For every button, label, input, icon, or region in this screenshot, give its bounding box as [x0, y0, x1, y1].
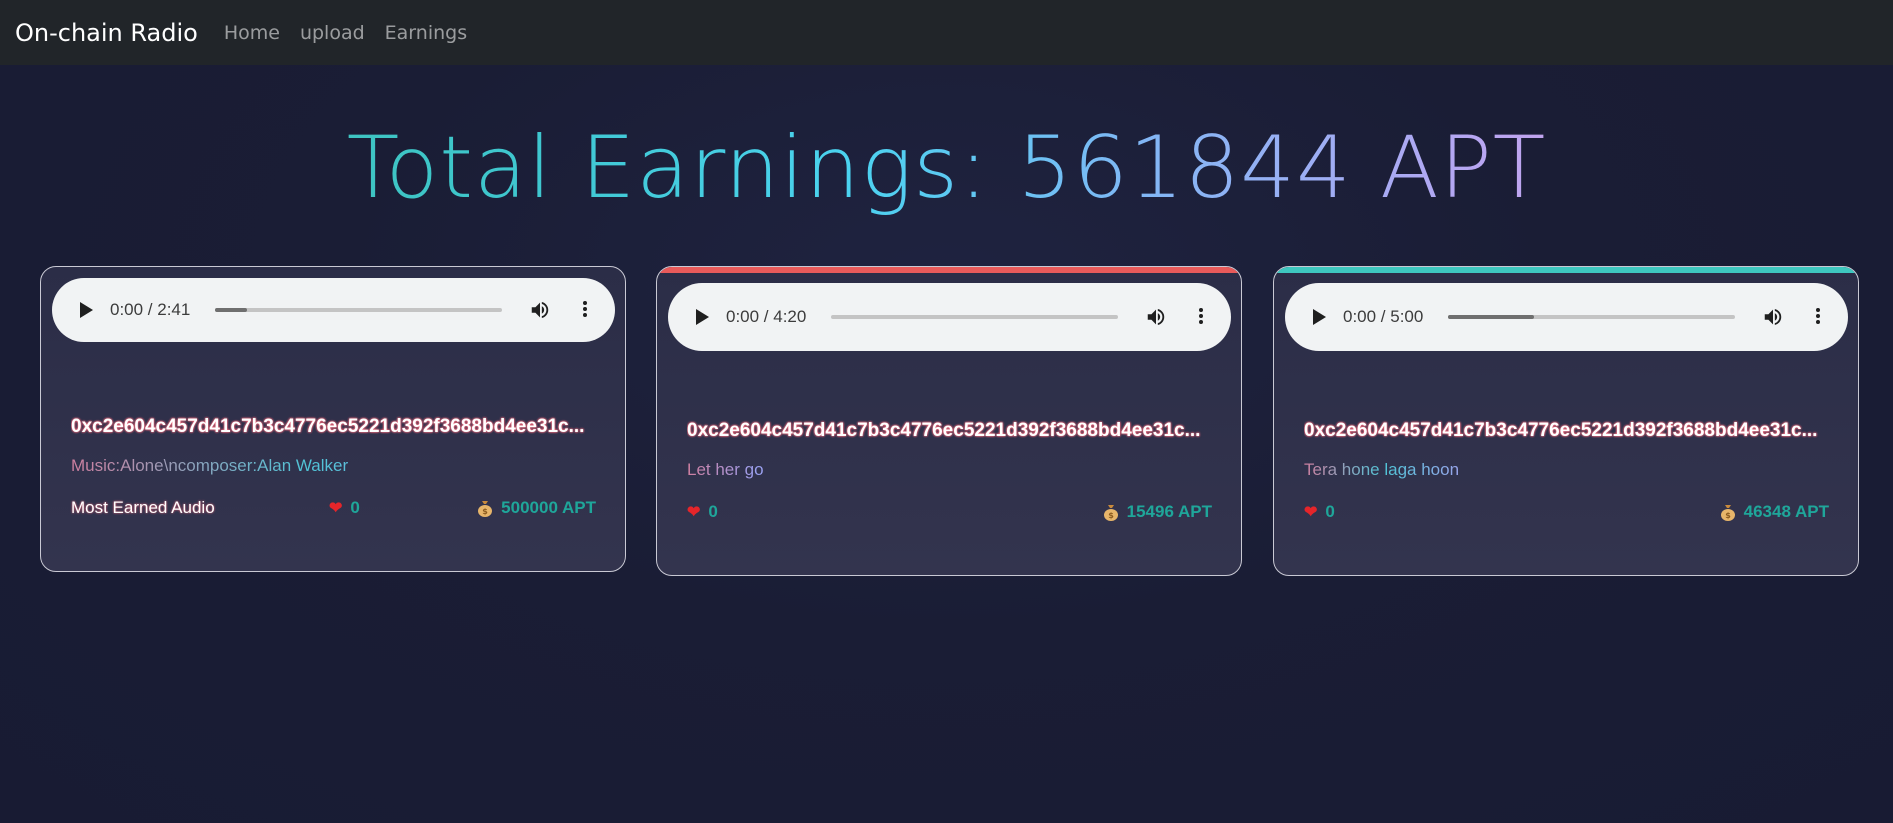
audio-card: 0:00 / 4:20 0xc2e604c457d41c7b3c4776ec52…: [656, 266, 1242, 576]
audio-progress-track[interactable]: [215, 308, 502, 312]
heart-icon: ❤: [329, 500, 343, 517]
audio-progress-track[interactable]: [831, 315, 1118, 319]
audio-progress-fill: [215, 308, 247, 312]
like-count: 0: [708, 502, 718, 521]
nav-home-link[interactable]: Home: [224, 22, 280, 44]
more-options-icon[interactable]: [1197, 306, 1205, 328]
like-count: 0: [350, 498, 360, 517]
money-bag-icon: $: [478, 500, 493, 517]
audio-player[interactable]: 0:00 / 5:00: [1285, 283, 1848, 351]
audio-player[interactable]: 0:00 / 4:20: [668, 283, 1231, 351]
money-bag-icon: $: [1720, 504, 1735, 521]
owner-address: 0xc2e604c457d41c7b3c4776ec5221d392f3688b…: [71, 416, 585, 437]
card-accent-bar: [657, 267, 1241, 273]
play-icon[interactable]: [80, 302, 93, 318]
volume-icon[interactable]: [1762, 306, 1784, 328]
earnings-display: $ 500000 APT: [477, 498, 596, 518]
heart-icon: ❤: [1304, 504, 1318, 521]
earnings-amount: 15496 APT: [1126, 502, 1212, 521]
card-meta: Most Earned Audio ❤ 0 $ 500000 APT: [71, 498, 596, 522]
owner-address: 0xc2e604c457d41c7b3c4776ec5221d392f3688b…: [687, 420, 1201, 441]
audio-description: Tera hone laga hoon: [1304, 460, 1829, 480]
volume-icon[interactable]: [529, 299, 551, 321]
svg-text:$: $: [482, 507, 488, 516]
heart-icon: ❤: [687, 504, 701, 521]
nav-upload-link[interactable]: upload: [300, 22, 365, 44]
brand-logo[interactable]: On-chain Radio: [15, 19, 198, 47]
audio-description: Let her go: [687, 460, 1212, 480]
play-icon[interactable]: [1313, 309, 1326, 325]
card-meta: ❤ 0 $ 46348 APT: [1304, 502, 1829, 526]
money-bag-icon: $: [1103, 504, 1118, 521]
earnings-display: $ 15496 APT: [1103, 502, 1212, 522]
earnings-amount: 500000 APT: [501, 498, 596, 517]
like-count: 0: [1325, 502, 1335, 521]
nav-earnings-link[interactable]: Earnings: [385, 22, 467, 44]
total-earnings-heading: Total Earnings: 561844 APT: [0, 118, 1893, 218]
more-options-icon[interactable]: [581, 299, 589, 321]
owner-address: 0xc2e604c457d41c7b3c4776ec5221d392f3688b…: [1304, 420, 1818, 441]
audio-description: Music:Alone\ncomposer:Alan Walker: [71, 456, 596, 476]
like-button[interactable]: ❤ 0: [1304, 502, 1335, 522]
audio-time: 0:00 / 4:20: [726, 307, 807, 326]
svg-text:$: $: [1725, 511, 1731, 520]
total-earnings-label: Total Earnings:: [346, 118, 1018, 218]
audio-time: 0:00 / 5:00: [1343, 307, 1424, 326]
most-earned-badge: Most Earned Audio: [71, 498, 215, 517]
volume-icon[interactable]: [1145, 306, 1167, 328]
audio-progress-track[interactable]: [1448, 315, 1735, 319]
audio-progress-fill: [1448, 315, 1535, 319]
like-button[interactable]: ❤ 0: [329, 498, 360, 518]
audio-player[interactable]: 0:00 / 2:41: [52, 278, 615, 342]
audio-card: 0:00 / 2:41 0xc2e604c457d41c7b3c4776ec52…: [40, 266, 626, 572]
more-options-icon[interactable]: [1814, 306, 1822, 328]
audio-time: 0:00 / 2:41: [110, 300, 191, 319]
navbar: On-chain Radio Home upload Earnings: [0, 0, 1893, 65]
earnings-display: $ 46348 APT: [1720, 502, 1829, 522]
card-accent-bar: [1274, 267, 1858, 273]
svg-text:$: $: [1108, 511, 1114, 520]
card-meta: ❤ 0 $ 15496 APT: [687, 502, 1212, 526]
earnings-amount: 46348 APT: [1743, 502, 1829, 521]
like-button[interactable]: ❤ 0: [687, 502, 718, 522]
audio-card: 0:00 / 5:00 0xc2e604c457d41c7b3c4776ec52…: [1273, 266, 1859, 576]
total-earnings-amount: 561844 APT: [1017, 118, 1547, 218]
play-icon[interactable]: [696, 309, 709, 325]
